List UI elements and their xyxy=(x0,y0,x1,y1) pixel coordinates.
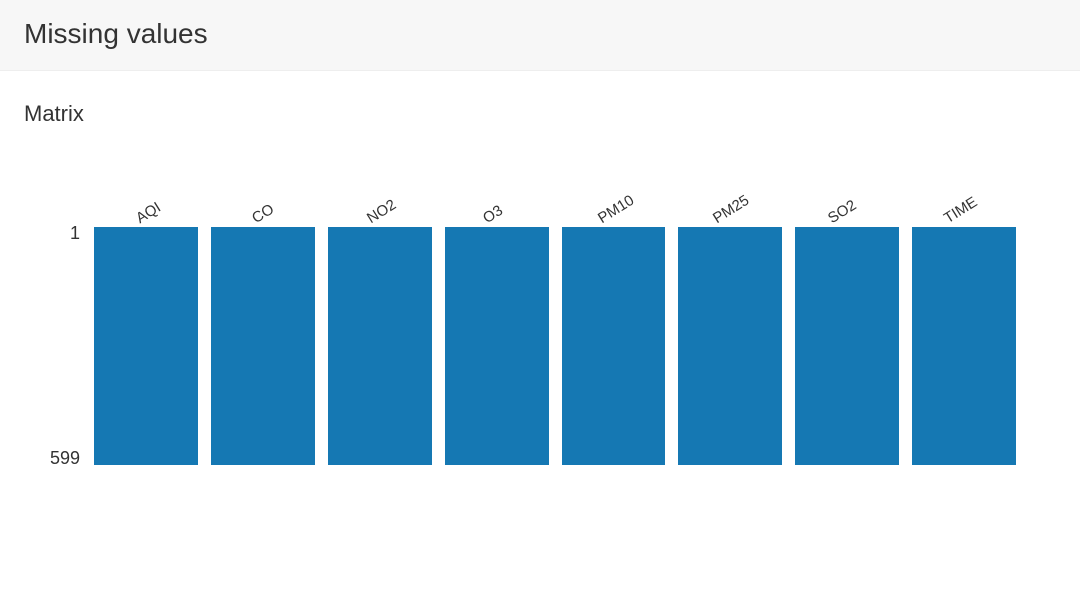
bar-pm25 xyxy=(678,227,782,465)
column-labels-row: AQI CO NO2 O3 PM10 PM25 SO2 TIME xyxy=(94,177,1016,227)
bar-time xyxy=(912,227,1016,465)
column-label: PM10 xyxy=(595,192,637,227)
bar-pm10 xyxy=(562,227,666,465)
chart-wrapper: AQI CO NO2 O3 PM10 PM25 SO2 TIME 1 599 xyxy=(94,177,1016,465)
column-label: PM25 xyxy=(710,192,752,227)
chart-subtitle: Matrix xyxy=(24,101,1056,127)
page-title: Missing values xyxy=(24,18,1056,50)
column-label: O3 xyxy=(480,202,506,227)
bar-no2 xyxy=(328,227,432,465)
bar-o3 xyxy=(445,227,549,465)
bars-row: 1 599 xyxy=(94,227,1016,465)
content-section: Matrix AQI CO NO2 O3 PM10 PM25 SO2 TIME … xyxy=(0,71,1080,465)
bar-co xyxy=(211,227,315,465)
column-label: SO2 xyxy=(825,197,859,227)
y-axis-top-label: 1 xyxy=(70,223,80,244)
column-label: CO xyxy=(249,201,277,227)
column-label: TIME xyxy=(941,194,980,227)
y-axis-bottom-label: 599 xyxy=(50,448,80,469)
bar-aqi xyxy=(94,227,198,465)
bar-so2 xyxy=(795,227,899,465)
column-label: AQI xyxy=(133,199,164,227)
header-section: Missing values xyxy=(0,0,1080,71)
column-label: NO2 xyxy=(364,196,399,227)
